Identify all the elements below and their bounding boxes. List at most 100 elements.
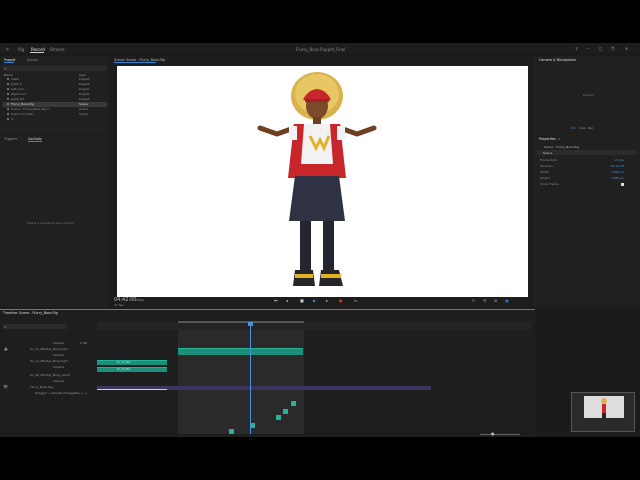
search-icon: ⌕ [4,66,7,71]
timeline-title: Timeline: Scene - Flurry_Boss Rig [3,311,58,315]
track-value: 0 dB [80,341,87,345]
properties-section-header[interactable]: Scene [537,150,636,155]
show-tracks-checkbox[interactable] [621,183,624,186]
puppet-icon [7,78,9,81]
keyframe[interactable] [229,429,234,434]
scene-footer: 04:42:00 24fps 11 fps ⏮ ◂ ■ ▶ ▸ ● Fit ↻ … [111,297,531,307]
project-search[interactable]: ⌕ [3,66,106,71]
scene-tab-underline [114,62,156,63]
step-back-icon[interactable]: ◂ [286,298,288,303]
speaker-icon[interactable]: 🔈 [4,346,9,351]
puppet-icon [7,83,9,86]
scene-icon [7,108,9,111]
share-icon[interactable]: ⇪ [574,46,579,51]
scene-icon [7,113,9,116]
record-icon[interactable]: ● [339,298,343,303]
zoom-select[interactable]: Fit [354,299,358,303]
track-label[interactable]: Volume [53,365,64,369]
audio-clip[interactable]: Sc_12_Mix.. [97,367,167,372]
app-title: Flurry_Boss Puppet_Final [296,47,346,52]
controls-panel: Triggers Controls Select a puppet to see… [0,135,109,307]
search-icon: ⌕ [4,324,7,329]
folder-icon [7,118,9,121]
work-area-shade [178,330,304,434]
property-row[interactable]: Duration 09:15:08 [540,164,628,169]
puppet-icon [7,93,9,96]
controls-placeholder: Select a puppet to see controls [27,221,74,225]
clip-label: Sc_11_Mix.. [117,361,132,364]
fps-label: 24fps [136,298,145,302]
grid-icon[interactable]: ⊞ [494,298,497,303]
property-row[interactable]: Width 1920 px [540,170,628,175]
audio-clip[interactable] [178,348,303,355]
thumbnail-character [601,398,607,419]
property-row[interactable]: Frame Rate 24 fps [540,158,628,163]
camera-status: Paused [583,93,594,97]
track-label[interactable]: Sc_06_Mixdup_Body_Line3 [30,373,70,377]
camera-panel: Camera & Microphone Paused Mic Cam Rec [533,56,640,136]
properties-item: Scene - Flurry_Boss Rig [544,145,580,149]
audio-clip[interactable]: Sc_11_Mix.. [97,360,167,365]
menu-rig[interactable]: Rig [18,47,24,52]
keyframe[interactable] [276,415,281,420]
camera-title: Camera & Microphone [539,58,576,62]
menu-stream[interactable]: Stream [50,47,64,52]
restore-icon[interactable]: ❐ [610,46,615,51]
track-label[interactable]: Dragger → Handle (Draggable L...) [35,391,87,395]
close-icon[interactable]: × [558,137,561,141]
play-icon[interactable]: ▶ [313,298,316,303]
property-row[interactable]: Show Tracks [540,182,628,187]
character-puppet[interactable] [117,66,528,297]
keyframe[interactable] [283,409,288,414]
active-menu-indicator [30,52,44,53]
track-label[interactable]: Sc_11_Mixdup_Body.mp3 [30,347,68,351]
track-label[interactable]: Flurry_Boss Rig [30,385,53,389]
app-window: ⌂ Rig Record Stream Flurry_Boss Puppet_F… [0,43,640,437]
clip-label: Sc_12_Mix.. [117,368,132,371]
maximize-icon[interactable]: ▢ [598,46,603,51]
project-panel: Puppet Assets ⌕ Name Type Jewel Puppet Je… [0,56,109,134]
step-forward-icon[interactable]: ▸ [326,298,328,303]
go-start-icon[interactable]: ⏮ [274,298,278,303]
timeline-panel: Timeline: Scene - Flurry_Boss Rig ⌕ Sc_1… [0,309,535,437]
zoom-handle-icon[interactable]: ● [491,431,495,436]
scene-icon [7,103,9,106]
cam-button[interactable]: Cam [579,126,586,130]
keyframe[interactable] [291,401,296,406]
title-bar: ⌂ Rig Record Stream Flurry_Boss Puppet_F… [0,43,640,53]
timeline-search[interactable]: ⌕ [3,324,67,329]
scene-canvas[interactable] [117,66,528,297]
frame-label: 11 fps [114,303,124,307]
track-label[interactable]: Volume [53,379,64,383]
refresh-icon[interactable]: ↻ [472,298,475,303]
close-icon[interactable]: ✕ [624,46,629,51]
playhead[interactable] [250,322,251,434]
timeline-ruler[interactable] [97,322,531,330]
scene-track-highlight [97,389,167,390]
track-label[interactable]: Sc_12_Mixdup_Body.mp3 [30,359,68,363]
stop-icon[interactable]: ■ [300,298,304,303]
property-row[interactable]: Height 1080 px [540,176,628,181]
webcam-thumbnail [571,392,635,432]
tab-controls-underline [28,141,42,142]
rec-button[interactable]: Rec [588,126,593,130]
tab-puppet-underline [4,62,14,63]
list-item[interactable]: Jo [3,117,107,122]
track-label[interactable]: Volume [53,341,64,345]
view-icon[interactable]: ▣ [505,298,509,303]
work-area-bar[interactable] [178,321,304,323]
timeline-zoom-slider[interactable] [480,434,520,435]
properties-title: Properties [539,137,556,141]
section-label: Scene [543,151,553,155]
tab-triggers[interactable]: Triggers [4,137,17,141]
minimize-icon[interactable]: ‒ [586,46,591,51]
puppet-icon [7,88,9,91]
playhead-handle[interactable] [248,322,253,326]
track-label[interactable]: Volume [53,353,64,357]
tab-assets[interactable]: Assets [27,58,38,62]
settings-icon[interactable]: ⚙ [483,298,487,303]
puppet-icon [7,98,9,101]
mic-button[interactable]: Mic [571,126,576,130]
home-icon[interactable]: ⌂ [5,46,10,51]
eye-icon[interactable]: 👁 [3,384,8,389]
